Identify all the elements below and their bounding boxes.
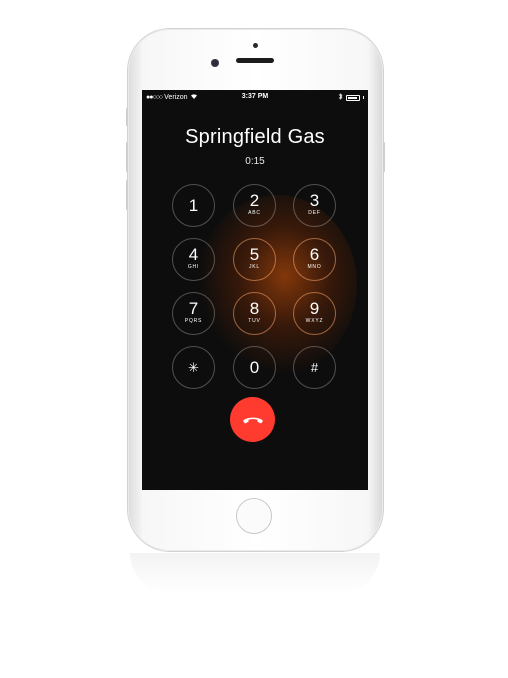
background-glow: [197, 195, 357, 375]
key-letters: WXYZ: [305, 318, 324, 324]
key-digit: 5: [249, 245, 260, 264]
key-letters: PQRS: [184, 318, 203, 324]
volume-down-button: [126, 180, 128, 210]
key-star[interactable]: ✳: [172, 346, 215, 389]
key-hash[interactable]: #: [293, 346, 336, 389]
key-digit: 4: [188, 245, 199, 264]
key-9[interactable]: 9 WXYZ: [293, 292, 336, 335]
key-1[interactable]: 1: [172, 184, 215, 227]
key-digit: 6: [309, 245, 320, 264]
mute-switch: [126, 108, 128, 126]
bluetooth-icon: [338, 93, 343, 102]
status-bar: ●●○○○ Verizon 3:37 PM: [142, 90, 368, 104]
key-8[interactable]: 8 TUV: [233, 292, 276, 335]
status-time: 3:37 PM: [241, 93, 269, 100]
key-3[interactable]: 3 DEF: [293, 184, 336, 227]
home-button[interactable]: [236, 498, 272, 534]
key-7[interactable]: 7 PQRS: [172, 292, 215, 335]
end-call-button[interactable]: [230, 397, 275, 442]
key-letters: ABC: [248, 210, 261, 216]
proximity-sensor: [211, 59, 219, 67]
call-duration: 0:15: [245, 156, 265, 167]
phone-reflection: [130, 553, 380, 593]
key-digit: 8: [249, 299, 260, 318]
key-letters: MNO: [307, 264, 322, 270]
key-6[interactable]: 6 MNO: [293, 238, 336, 281]
key-letters: JKL: [248, 264, 261, 270]
key-digit: #: [310, 360, 319, 375]
phone-hangup-icon: [242, 410, 264, 429]
battery-tip: [363, 96, 364, 99]
power-button: [383, 142, 385, 172]
key-letters: GHI: [187, 264, 200, 270]
key-digit: 9: [309, 299, 320, 318]
key-digit: 3: [309, 191, 320, 210]
key-5[interactable]: 5 JKL: [233, 238, 276, 281]
key-digit: ✳: [188, 360, 199, 375]
key-0[interactable]: 0: [233, 346, 276, 389]
front-camera: [253, 43, 258, 48]
caller-name: Springfield Gas: [185, 126, 325, 148]
volume-up-button: [126, 142, 128, 172]
key-4[interactable]: 4 GHI: [172, 238, 215, 281]
key-digit: 0: [249, 358, 260, 377]
key-2[interactable]: 2 ABC: [233, 184, 276, 227]
key-digit: 2: [249, 191, 260, 210]
phone-screen: ●●○○○ Verizon 3:37 PM Springfield Gas 0:…: [142, 90, 368, 490]
key-digit: 1: [188, 196, 199, 215]
key-digit: 7: [188, 299, 199, 318]
key-letters: DEF: [308, 210, 321, 216]
battery-icon: [346, 94, 360, 101]
key-letters: TUV: [248, 318, 261, 324]
earpiece-speaker: [236, 58, 274, 63]
